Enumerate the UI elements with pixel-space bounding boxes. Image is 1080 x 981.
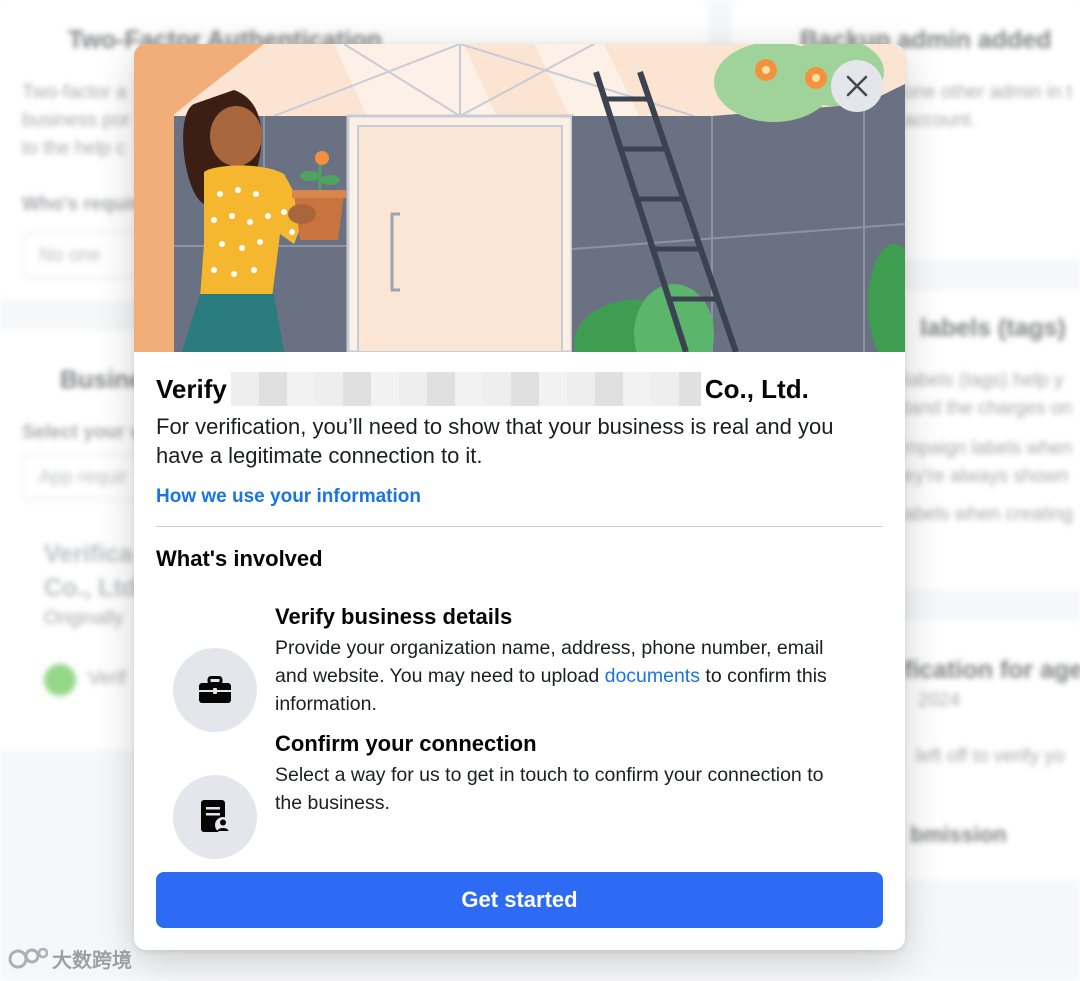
step-1-title: Verify business details — [275, 604, 513, 629]
bg-who-required-label: Who's requir — [22, 194, 138, 215]
watermark: 大数跨境 — [8, 944, 132, 973]
bg-backup-admin-text-1: one other admin in t — [904, 82, 1072, 103]
bg-submission-text: bmission — [910, 822, 1007, 847]
step-1-description: Provide your organization name, address,… — [275, 634, 855, 718]
how-we-use-info-link[interactable]: How we use your information — [156, 486, 421, 508]
step-confirm-connection: Confirm your connection Select a way for… — [173, 731, 873, 859]
get-started-button[interactable]: Get started — [156, 872, 883, 928]
redacted-business-name — [230, 372, 701, 406]
bg-backup-admin-text-2: account. — [904, 110, 976, 131]
bg-originally-text: Originally — [44, 608, 124, 629]
bg-no-one-value: No one — [39, 245, 101, 266]
verify-business-modal: Verify Co., Ltd. For verification, you’l… — [134, 44, 905, 950]
close-button[interactable] — [831, 60, 883, 112]
whats-involved-heading: What's involved — [156, 546, 323, 571]
bg-labels-text-1: labels (tags) help y — [904, 370, 1064, 391]
bg-labels-text-3: mpaign labels when — [904, 438, 1072, 459]
title-suffix: Co., Ltd. — [704, 373, 809, 404]
bg-agency-text: left off to verify yo — [916, 746, 1065, 767]
step-icon-circle — [173, 648, 257, 732]
step-icon-circle — [173, 775, 257, 859]
close-icon — [846, 75, 868, 97]
bg-verification-title-1: Verifica — [44, 540, 133, 568]
bg-business-title: Busine — [60, 366, 144, 394]
bg-select-label: Select your v — [22, 422, 141, 443]
modal-subtitle: For verification, you’ll need to show th… — [156, 414, 834, 468]
divider — [156, 526, 883, 527]
watermark-text: 大数跨境 — [52, 950, 132, 972]
hero-illustration — [134, 44, 905, 352]
bg-labels-text-2: tand the charges on — [904, 398, 1072, 419]
briefcase-icon — [199, 676, 231, 703]
step-verify-business-details: Verify business details Provide your org… — [173, 604, 873, 732]
bg-labels-text-5: abels when creating — [904, 504, 1073, 525]
step-2-title: Confirm your connection — [275, 731, 537, 756]
bg-two-factor-text-2: business por — [22, 110, 130, 131]
document-person-icon — [201, 800, 230, 833]
bg-verified-check-icon — [44, 664, 76, 696]
bg-two-factor-text-3: to the help c — [22, 138, 126, 159]
documents-link[interactable]: documents — [605, 665, 700, 687]
bg-agency-date: 2024 — [918, 690, 961, 711]
bg-verified-text: Verif — [88, 668, 127, 689]
bg-app-required: App requir — [39, 467, 127, 488]
bg-verification-title-2: Co., Ltd. — [44, 574, 144, 602]
title-prefix: Verify — [156, 373, 227, 404]
bg-two-factor-text-1: Two-factor a — [22, 82, 127, 103]
modal-title: Verify Co., Ltd. — [156, 372, 883, 406]
bg-labels-text-4: ey're always shown — [904, 466, 1069, 487]
bg-labels-title: labels (tags) — [920, 314, 1066, 342]
house-illustration — [134, 44, 905, 352]
step-2-description: Select a way for us to get in touch to c… — [275, 764, 824, 814]
bg-agency-title: fication for age — [904, 656, 1080, 684]
watermark-logo-icon — [8, 947, 48, 968]
